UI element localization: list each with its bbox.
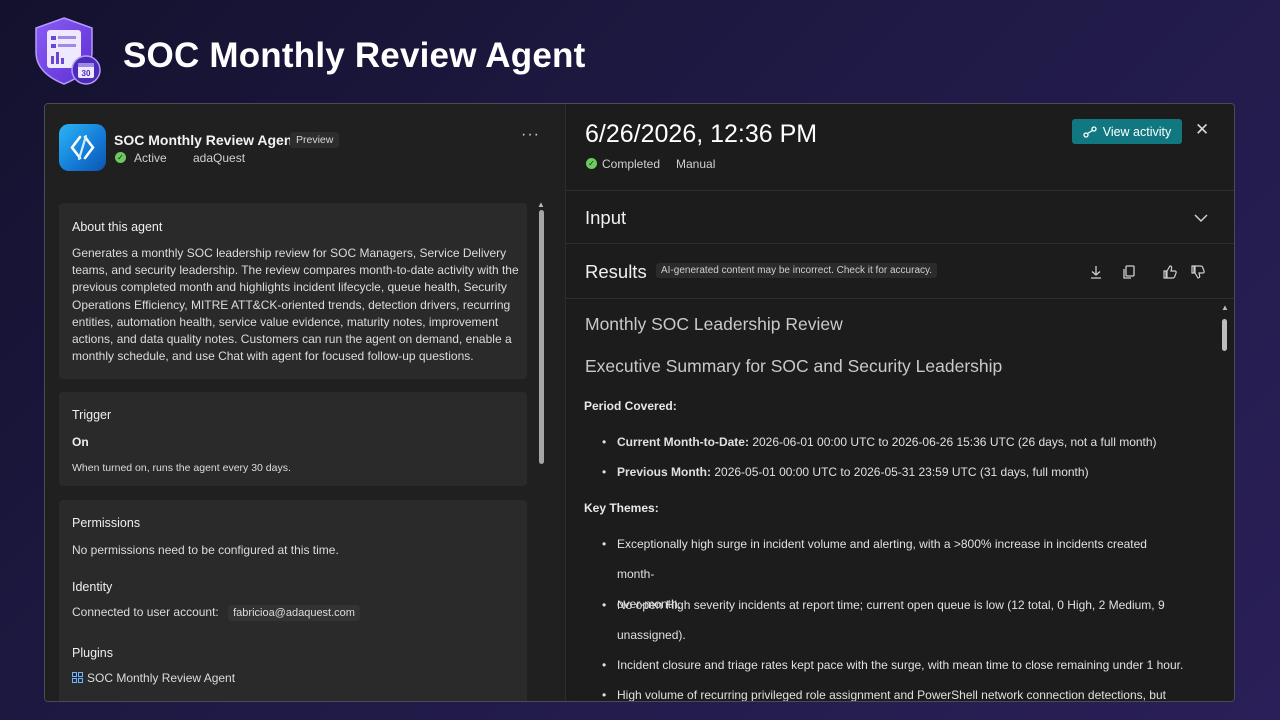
list-item: Current Month-to-Date: 2026-06-01 00:00 … [602,427,1184,457]
thumbs-up-icon[interactable] [1162,264,1178,280]
plugin-item[interactable]: SOC Monthly Review Agent [72,670,520,687]
run-status: Completed [602,157,661,171]
list-item: Previous Month: 2026-05-01 00:00 UTC to … [602,457,1184,487]
hero-header: 30 SOC Monthly Review Agent [0,0,1280,100]
ai-disclaimer-badge: AI-generated content may be incorrect. C… [656,263,938,278]
about-line: Generates a monthly SOC leadership revie… [72,246,507,260]
agent-status: Active [134,151,167,165]
about-line: Operations Efficiency, MITRE ATT&CK-orie… [72,297,511,312]
active-status-icon: ✓ [115,152,126,163]
chevron-down-icon[interactable] [1194,210,1208,226]
report-subheading: Executive Summary for SOC and Security L… [585,356,1003,376]
current-period-label: Current Month-to-Date: [617,435,749,449]
plugin-name: SOC Monthly Review Agent [87,671,236,685]
previous-period-text: 2026-05-01 00:00 UTC to 2026-05-31 23:59… [711,465,1089,479]
period-label: Period Covered: [584,399,677,413]
about-line: monthly schedule, and use Chat with agen… [72,349,474,364]
shield-calendar-icon: 30 [35,17,101,85]
agent-name: SOC Monthly Review Agent [114,132,298,148]
run-mode: Manual [676,157,716,171]
report-heading: Monthly SOC Leadership Review [585,314,843,334]
svg-text:30: 30 [82,69,91,78]
divider [566,190,1234,191]
about-line: actions, and data quality notes. Custome… [72,332,512,347]
identity-label: Connected to user account: [72,605,219,619]
trigger-description: When turned on, runs the agent every 30 … [72,462,291,474]
theme-text: No open High severity incidents at repor… [617,598,1165,612]
results-content: Monthly SOC Leadership Review Executive … [566,300,1216,702]
about-title: About this agent [72,220,163,234]
trigger-title: Trigger [72,408,112,422]
view-activity-button[interactable]: View activity [1072,119,1182,144]
scroll-up-arrow-icon[interactable]: ▲ [537,200,545,209]
themes-label: Key Themes: [584,501,659,515]
input-section-title[interactable]: Input [585,207,626,229]
previous-period-label: Previous Month: [617,465,712,479]
list-item: Incident closure and triage rates kept p… [602,650,1184,680]
agent-app-icon [59,124,106,171]
permissions-title: Permissions [72,516,141,530]
list-item: High volume of recurring privileged role… [602,680,1184,702]
activity-icon [1083,125,1097,138]
more-options-button[interactable]: ··· [521,126,540,144]
current-period-text: 2026-06-01 00:00 UTC to 2026-06-26 15:36… [748,435,1157,449]
view-activity-label: View activity [1102,124,1172,139]
plugin-icon [72,672,83,683]
close-button[interactable]: ✕ [1195,120,1209,140]
left-scrollbar-thumb[interactable] [539,210,544,464]
trigger-card: Trigger On When turned on, runs the agen… [59,392,527,486]
list-item: No open High severity incidents at repor… [602,590,1184,650]
divider [566,298,1234,299]
download-icon[interactable] [1088,264,1104,280]
identity-email: fabricioa@adaquest.com [228,605,360,621]
about-card: About this agent Generates a monthly SOC… [59,203,527,379]
preview-badge: Preview [290,132,340,148]
theme-text: Incident closure and triage rates kept p… [617,658,1184,672]
about-line: previous completed month and highlights … [72,280,507,295]
permissions-card: Permissions No permissions need to be co… [59,500,527,701]
thumbs-down-icon[interactable] [1190,264,1206,280]
permissions-description: No permissions need to be configured at … [72,543,339,557]
trigger-state: On [72,435,89,449]
theme-text: unassigned). [617,628,686,642]
right-scrollbar-thumb[interactable] [1222,319,1227,351]
copy-icon[interactable] [1121,264,1137,280]
theme-text: Exceptionally high surge in incident vol… [617,537,1147,581]
identity-title: Identity [72,580,113,594]
results-section-title: Results [585,261,647,282]
theme-text: High volume of recurring privileged role… [617,688,1166,702]
page-title: SOC Monthly Review Agent [123,36,586,75]
divider [566,243,1234,244]
agent-details-pane: SOC Monthly Review Agent Preview ✓ Activ… [45,104,566,701]
agent-logo-icon [70,134,95,161]
scroll-up-arrow-icon[interactable]: ▲ [1221,303,1229,312]
run-details-pane: 6/26/2026, 12:36 PM ✓ Completed Manual V… [566,104,1234,702]
identity-row: Connected to user account: fabricioa@ada… [72,604,520,622]
plugins-title: Plugins [72,646,113,660]
about-description: Generates a monthly SOC leadership revie… [72,245,520,365]
agent-window: SOC Monthly Review Agent Preview ✓ Activ… [44,103,1235,702]
run-timestamp: 6/26/2026, 12:36 PM [585,120,818,148]
about-line: teams, and security leadership. The revi… [72,263,519,278]
completed-status-icon: ✓ [586,158,597,169]
agent-org: adaQuest [193,151,246,165]
about-line: entities, automation health, service val… [72,314,499,329]
